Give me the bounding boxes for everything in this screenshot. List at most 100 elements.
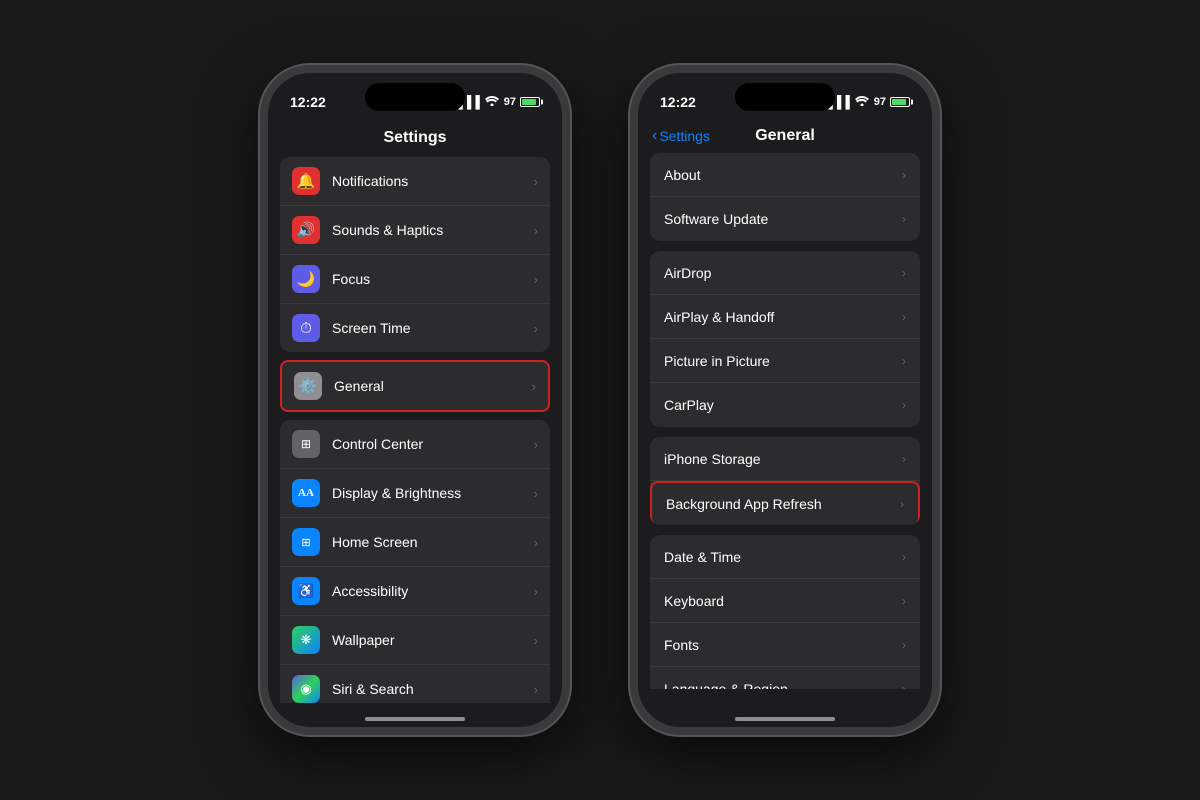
- keyboard-label: Keyboard: [664, 593, 902, 609]
- general-item-fonts[interactable]: Fonts ›: [650, 623, 920, 667]
- notifications-label: Notifications: [332, 173, 530, 189]
- general-item-keyboard[interactable]: Keyboard ›: [650, 579, 920, 623]
- status-icons-left: ▐▐▐ 97: [454, 95, 540, 109]
- display-icon: AA: [292, 479, 320, 507]
- settings-item-siri[interactable]: ◉ Siri & Search ›: [280, 665, 550, 703]
- settings-item-display[interactable]: AA Display & Brightness ›: [280, 469, 550, 518]
- settings-item-homescreen[interactable]: ⊞ Home Screen ›: [280, 518, 550, 567]
- pip-chevron: ›: [902, 354, 906, 368]
- carplay-chevron: ›: [902, 398, 906, 412]
- bgrefresh-chevron: ›: [900, 497, 904, 511]
- general-label: General: [334, 378, 528, 394]
- settings-item-control[interactable]: ⊞ Control Center ›: [280, 420, 550, 469]
- time-right: 12:22: [660, 94, 696, 110]
- general-item-carplay[interactable]: CarPlay ›: [650, 383, 920, 427]
- settings-item-wallpaper[interactable]: ❋ Wallpaper ›: [280, 616, 550, 665]
- general-group-4: Date & Time › Keyboard › Fonts › Languag…: [650, 535, 920, 689]
- screentime-chevron: ›: [534, 321, 538, 336]
- siri-label: Siri & Search: [332, 681, 530, 697]
- language-label: Language & Region: [664, 681, 902, 690]
- screentime-label: Screen Time: [332, 320, 530, 336]
- dynamic-island-right: [735, 83, 835, 111]
- wallpaper-chevron: ›: [534, 633, 538, 648]
- settings-group-1: 🔔 Notifications › 🔊 Sounds & Haptics › 🌙…: [280, 157, 550, 352]
- wallpaper-label: Wallpaper: [332, 632, 530, 648]
- siri-chevron: ›: [534, 682, 538, 697]
- about-chevron: ›: [902, 168, 906, 182]
- settings-list-left: 🔔 Notifications › 🔊 Sounds & Haptics › 🌙…: [268, 157, 562, 703]
- accessibility-label: Accessibility: [332, 583, 530, 599]
- settings-item-sounds[interactable]: 🔊 Sounds & Haptics ›: [280, 206, 550, 255]
- back-button[interactable]: ‹ Settings: [652, 127, 710, 145]
- general-item-about[interactable]: About ›: [650, 153, 920, 197]
- control-icon: ⊞: [292, 430, 320, 458]
- back-chevron-icon: ‹: [652, 127, 657, 145]
- display-chevron: ›: [534, 486, 538, 501]
- bgrefresh-label: Background App Refresh: [666, 496, 900, 512]
- keyboard-chevron: ›: [902, 594, 906, 608]
- softwareupdate-label: Software Update: [664, 211, 902, 227]
- carplay-label: CarPlay: [664, 397, 902, 413]
- screentime-icon: ⏱: [292, 314, 320, 342]
- notifications-chevron: ›: [534, 174, 538, 189]
- screen-right: ‹ Settings General About › Software Upda…: [638, 121, 932, 707]
- airdrop-label: AirDrop: [664, 265, 902, 281]
- general-item-datetime[interactable]: Date & Time ›: [650, 535, 920, 579]
- notifications-icon: 🔔: [292, 167, 320, 195]
- pip-label: Picture in Picture: [664, 353, 902, 369]
- general-icon: ⚙️: [294, 372, 322, 400]
- wifi-icon-right: [855, 95, 869, 109]
- accessibility-chevron: ›: [534, 584, 538, 599]
- wifi-icon: [485, 95, 499, 109]
- settings-item-focus[interactable]: 🌙 Focus ›: [280, 255, 550, 304]
- general-item-airdrop[interactable]: AirDrop ›: [650, 251, 920, 295]
- iphonestorage-chevron: ›: [902, 452, 906, 466]
- iphonestorage-label: iPhone Storage: [664, 451, 902, 467]
- battery-icon-left: 97: [504, 96, 540, 108]
- iphone-left: 12:22 ▐▐▐ 97 Settings 🔔: [260, 65, 570, 735]
- focus-chevron: ›: [534, 272, 538, 287]
- airplay-chevron: ›: [902, 310, 906, 324]
- accessibility-icon: ♿: [292, 577, 320, 605]
- homescreen-icon: ⊞: [292, 528, 320, 556]
- homescreen-label: Home Screen: [332, 534, 530, 550]
- general-item-airplay[interactable]: AirPlay & Handoff ›: [650, 295, 920, 339]
- general-item-bgrefresh[interactable]: Background App Refresh ›: [650, 481, 920, 525]
- datetime-chevron: ›: [902, 550, 906, 564]
- wallpaper-icon: ❋: [292, 626, 320, 654]
- general-item-language[interactable]: Language & Region ›: [650, 667, 920, 689]
- settings-item-notifications[interactable]: 🔔 Notifications ›: [280, 157, 550, 206]
- battery-icon-right: 97: [874, 96, 910, 108]
- homescreen-chevron: ›: [534, 535, 538, 550]
- home-indicator-left: [365, 717, 465, 721]
- focus-label: Focus: [332, 271, 530, 287]
- battery-pct-left: 97: [504, 96, 516, 108]
- sounds-icon: 🔊: [292, 216, 320, 244]
- screen-left: Settings 🔔 Notifications › 🔊 Sounds & Ha…: [268, 121, 562, 707]
- dynamic-island-left: [365, 83, 465, 111]
- settings-item-accessibility[interactable]: ♿ Accessibility ›: [280, 567, 550, 616]
- control-label: Control Center: [332, 436, 530, 452]
- datetime-label: Date & Time: [664, 549, 902, 565]
- settings-item-general[interactable]: ⚙️ General ›: [282, 362, 548, 410]
- fonts-chevron: ›: [902, 638, 906, 652]
- bgrefresh-wrapper: ➜ Background App Refresh ›: [650, 481, 920, 525]
- general-item-pip[interactable]: Picture in Picture ›: [650, 339, 920, 383]
- general-group-3: iPhone Storage › ➜ Background App Refres…: [650, 437, 920, 525]
- fonts-label: Fonts: [664, 637, 902, 653]
- settings-item-screentime[interactable]: ⏱ Screen Time ›: [280, 304, 550, 352]
- sounds-label: Sounds & Haptics: [332, 222, 530, 238]
- softwareupdate-chevron: ›: [902, 212, 906, 226]
- airdrop-chevron: ›: [902, 266, 906, 280]
- general-item-softwareupdate[interactable]: Software Update ›: [650, 197, 920, 241]
- display-label: Display & Brightness: [332, 485, 530, 501]
- general-group-2: AirDrop › AirPlay & Handoff › Picture in…: [650, 251, 920, 427]
- general-chevron: ›: [532, 379, 536, 394]
- nav-bar-right: ‹ Settings General: [638, 121, 932, 153]
- status-icons-right: ▐▐▐ 97: [824, 95, 910, 109]
- battery-pct-right: 97: [874, 96, 886, 108]
- general-item-iphonestorage[interactable]: iPhone Storage ›: [650, 437, 920, 481]
- about-label: About: [664, 167, 902, 183]
- settings-group-3: ⊞ Control Center › AA Display & Brightne…: [280, 420, 550, 703]
- general-group-1: About › Software Update ›: [650, 153, 920, 241]
